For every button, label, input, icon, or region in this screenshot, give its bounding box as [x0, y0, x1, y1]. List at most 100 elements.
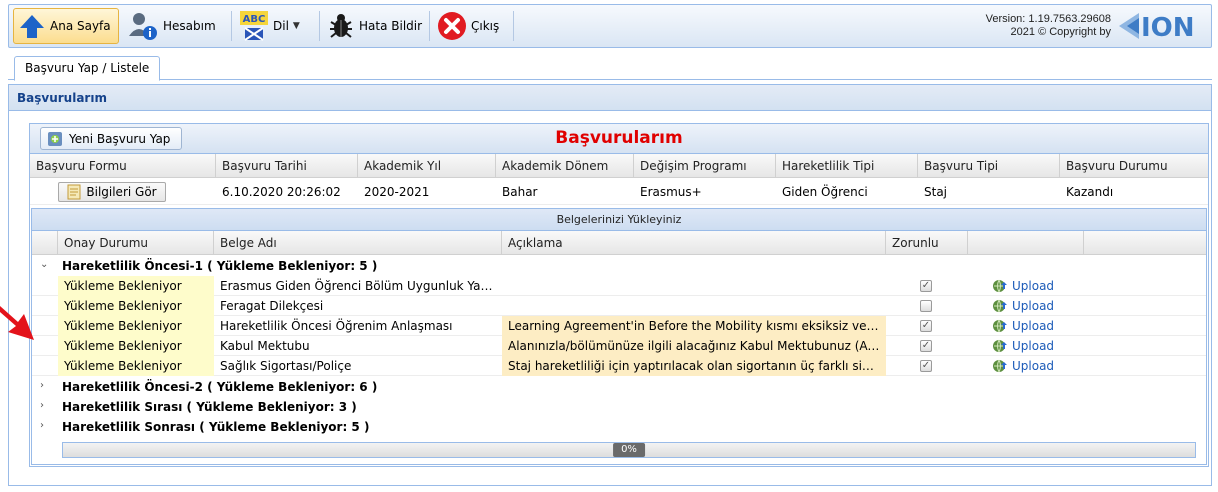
- col-header[interactable]: Başvuru Tarihi: [216, 154, 358, 178]
- upload-link[interactable]: Upload: [992, 318, 1054, 334]
- upload-label: Upload: [1012, 339, 1055, 353]
- document-icon: [67, 184, 81, 200]
- application-status: Kazandı: [1066, 185, 1114, 199]
- upload-globe-icon: [993, 279, 1007, 293]
- approval-status: Yükleme Bekleniyor: [58, 316, 214, 336]
- table-row[interactable]: Yükleme Bekleniyor Sağlık Sigortası/Poli…: [32, 356, 1206, 376]
- bug-icon: [330, 14, 352, 38]
- toolbar-divider: [319, 11, 320, 41]
- col-header[interactable]: Onay Durumu: [58, 231, 214, 255]
- col-header[interactable]: Başvuru Formu: [30, 154, 216, 178]
- account-label: Hesabım: [163, 19, 216, 33]
- col-header[interactable]: Akademik Yıl: [358, 154, 496, 178]
- panel-title: Başvurularım: [9, 85, 1211, 111]
- group-row[interactable]: ⌄ Hareketlilik Öncesi-1 ( Yükleme Beklen…: [32, 256, 1206, 276]
- upload-link[interactable]: Upload: [992, 338, 1054, 354]
- col-header[interactable]: Hareketlilik Tipi: [776, 154, 918, 178]
- language-icon: ABC: [240, 11, 268, 41]
- col-header[interactable]: Açıklama: [502, 231, 886, 255]
- academic-term: Bahar: [502, 185, 538, 199]
- home-button[interactable]: Ana Sayfa: [13, 8, 119, 44]
- report-bug-button[interactable]: Hata Bildir: [323, 8, 427, 44]
- document-name: Feragat Dilekçesi: [220, 299, 324, 313]
- documents-grid: Belgelerinizi Yükleyiniz Onay Durumu Bel…: [31, 208, 1207, 465]
- document-description: [502, 276, 886, 296]
- home-arrow-icon: [20, 15, 44, 38]
- col-header[interactable]: Başvuru Durumu: [1060, 154, 1208, 178]
- report-bug-label: Hata Bildir: [359, 19, 423, 33]
- logout-button[interactable]: Çıkış: [433, 8, 509, 44]
- upload-link[interactable]: Upload: [992, 358, 1054, 374]
- upload-globe-icon: [993, 359, 1007, 373]
- annotation-arrow-icon: [0, 306, 34, 340]
- upload-label: Upload: [1012, 279, 1055, 293]
- col-header[interactable]: Değişim Programı: [634, 154, 776, 178]
- tab-apply-list[interactable]: Başvuru Yap / Listele: [14, 56, 161, 81]
- group-label: Hareketlilik Sonrası ( Yükleme Bekleniyo…: [62, 420, 370, 434]
- upload-label: Upload: [1012, 359, 1055, 373]
- table-row[interactable]: Bilgileri Gör 6.10.2020 20:26:02 2020-20…: [30, 179, 1208, 205]
- col-header[interactable]: Akademik Dönem: [496, 154, 634, 178]
- table-row[interactable]: Yükleme Bekleniyor Erasmus Giden Öğrenci…: [32, 276, 1206, 296]
- required-checkbox: ✓: [920, 280, 932, 292]
- account-button[interactable]: Hesabım: [123, 8, 225, 44]
- upload-globe-icon: [993, 339, 1007, 353]
- group-row[interactable]: › Hareketlilik Öncesi-2 ( Yükleme Beklen…: [32, 377, 1206, 397]
- group-row[interactable]: › Hareketlilik Sırası ( Yükleme Bekleniy…: [32, 397, 1206, 417]
- chevron-down-icon[interactable]: ⌄: [40, 259, 48, 270]
- close-circle-icon: [438, 12, 466, 40]
- table-row[interactable]: Yükleme Bekleniyor Hareketlilik Öncesi Ö…: [32, 316, 1206, 336]
- grid-title: Başvurularım: [555, 128, 683, 148]
- upload-link[interactable]: Upload: [992, 298, 1054, 314]
- logo-graphic: ION: [1119, 13, 1195, 41]
- grid-header: Başvuru Formu Başvuru Tarihi Akademik Yı…: [30, 154, 1208, 178]
- upload-globe-icon: [993, 299, 1007, 313]
- logo-text: ION: [1141, 13, 1195, 41]
- group-row[interactable]: › Hareketlilik Sonrası ( Yükleme Bekleni…: [32, 417, 1206, 437]
- upload-link[interactable]: Upload: [992, 278, 1054, 294]
- approval-status: Yükleme Bekleniyor: [58, 296, 214, 316]
- grid-toolbar: Başvurularım Yeni Başvuru Yap: [30, 124, 1208, 154]
- table-row[interactable]: Yükleme Bekleniyor Feragat Dilekçesi Upl…: [32, 296, 1206, 316]
- document-name: Sağlık Sigortası/Poliçe: [220, 359, 352, 373]
- academic-year: 2020-2021: [364, 185, 430, 199]
- col-header[interactable]: Başvuru Tipi: [918, 154, 1060, 178]
- home-label: Ana Sayfa: [50, 19, 111, 33]
- application-date: 6.10.2020 20:26:02: [222, 185, 341, 199]
- top-toolbar: Ana Sayfa Hesabım ABC Dil ▼ Hata Bildir …: [8, 4, 1212, 48]
- upload-col-header: [968, 231, 1084, 255]
- required-checkbox: [920, 300, 932, 312]
- chevron-right-icon[interactable]: ›: [40, 420, 44, 431]
- new-application-label: Yeni Başvuru Yap: [69, 131, 171, 146]
- group-label: Hareketlilik Öncesi-2 ( Yükleme Bekleniy…: [62, 380, 378, 394]
- version-info: Version: 1.19.7563.29608 2021 © Copyrigh…: [986, 13, 1111, 39]
- language-label: Dil: [273, 19, 289, 33]
- exchange-program: Erasmus+: [640, 185, 702, 199]
- group-label: Hareketlilik Sırası ( Yükleme Bekleniyor…: [62, 400, 357, 414]
- chevron-right-icon[interactable]: ›: [40, 380, 44, 391]
- copyright-text: 2021 © Copyright by: [1010, 26, 1111, 38]
- expander-col-header: [32, 231, 58, 255]
- language-dropdown[interactable]: ABC Dil ▼: [235, 8, 313, 44]
- document-description: Alanınızla/bölümünüze ilgili alacağınız …: [502, 336, 886, 356]
- view-info-label: Bilgileri Gör: [86, 185, 157, 199]
- approval-status: Yükleme Bekleniyor: [58, 276, 214, 296]
- svg-text:ABC: ABC: [243, 14, 266, 25]
- view-info-button[interactable]: Bilgileri Gör: [58, 182, 166, 202]
- logout-label: Çıkış: [471, 19, 500, 33]
- chevron-right-icon[interactable]: ›: [40, 400, 44, 411]
- col-header[interactable]: Zorunlu: [886, 231, 968, 255]
- document-description: [502, 296, 886, 316]
- document-name: Erasmus Giden Öğrenci Bölüm Uygunluk Yaz…: [220, 279, 500, 293]
- empty-col-header: [1084, 231, 1208, 255]
- col-header[interactable]: Belge Adı: [214, 231, 502, 255]
- chevron-down-icon: ▼: [292, 21, 300, 31]
- applications-panel: Başvurularım Başvurularım Yeni Başvuru Y…: [8, 84, 1212, 486]
- table-row[interactable]: Yükleme Bekleniyor Kabul Mektubu Alanını…: [32, 336, 1206, 356]
- new-application-button[interactable]: Yeni Başvuru Yap: [40, 127, 182, 150]
- document-name: Kabul Mektubu: [220, 339, 310, 353]
- applications-grid: Başvurularım Yeni Başvuru Yap Başvuru Fo…: [29, 123, 1209, 467]
- progress-percent: 0%: [613, 443, 645, 457]
- upload-progress-bar: 0%: [62, 442, 1196, 458]
- ion-logo: ION: [1117, 11, 1203, 41]
